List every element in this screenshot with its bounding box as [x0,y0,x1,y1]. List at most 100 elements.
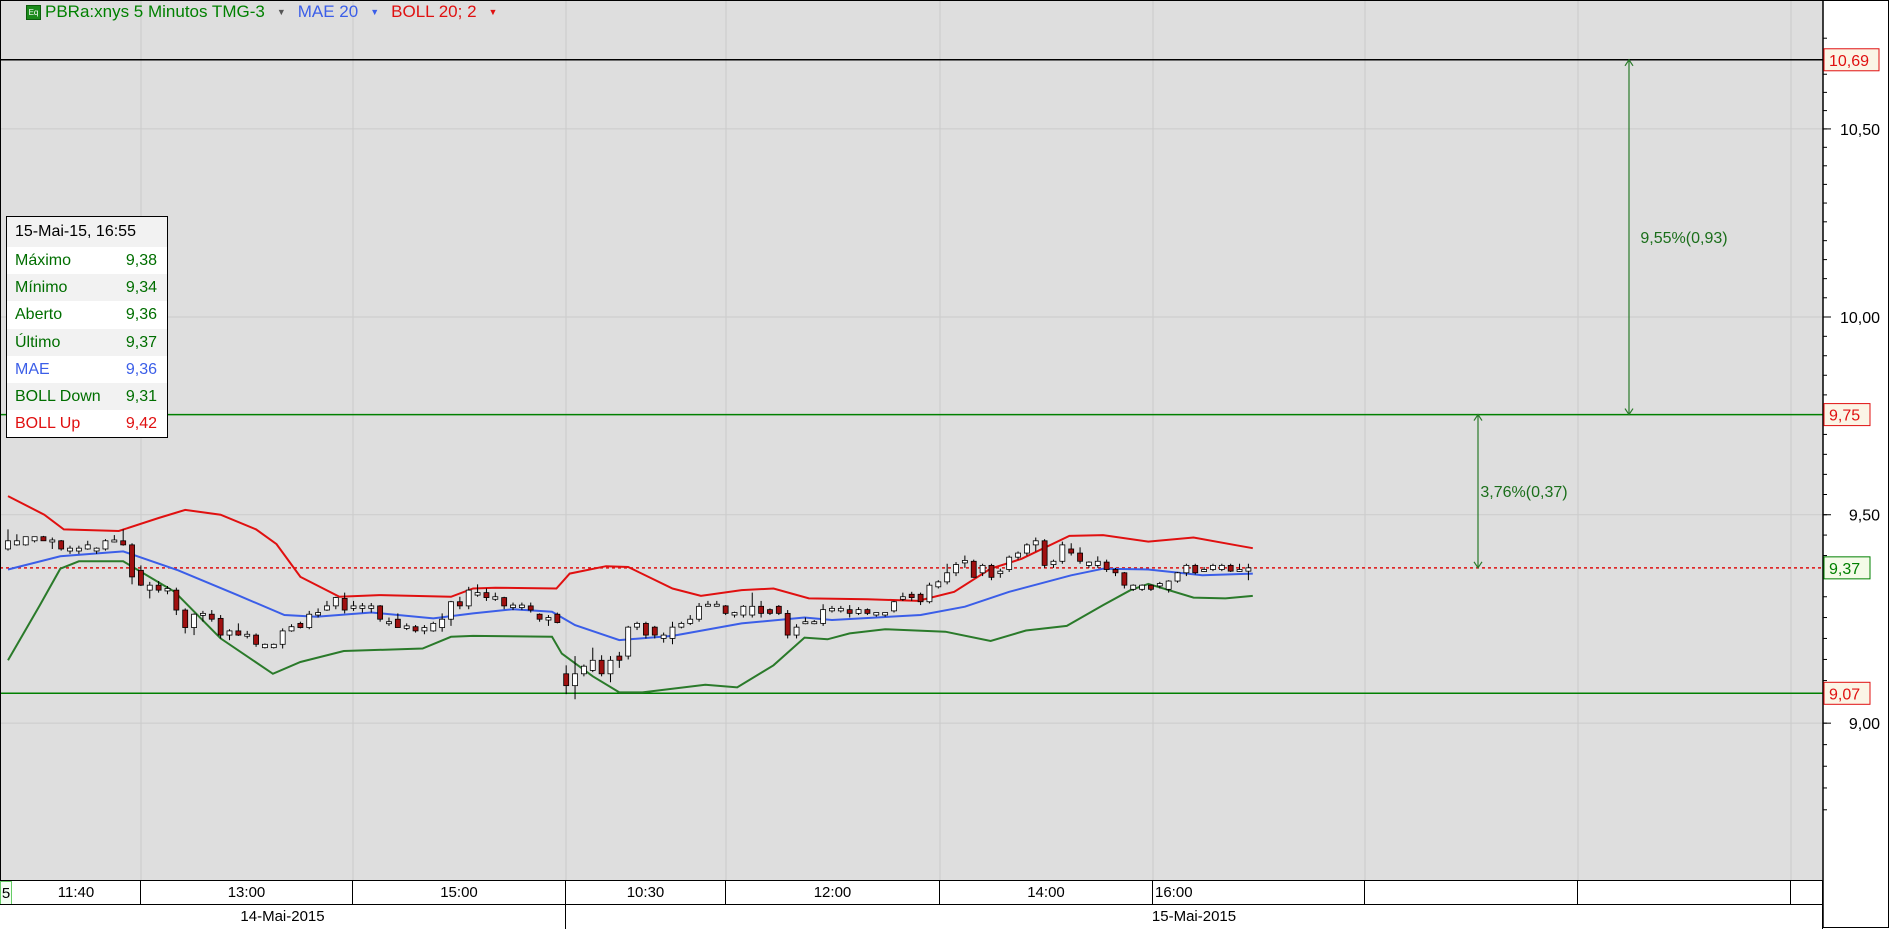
data-window-value: 9,36 [125,306,157,324]
candle [1006,555,1013,572]
candle-body [332,597,339,607]
candle-body [625,626,632,657]
time-axis[interactable]: 5 11:40 13:00 15:00 10:30 12:00 14:00 16… [0,880,1823,905]
candle-body [563,673,570,687]
chart-window: 9,55%(0,93) 3,76%(0,37) 10,50 10,00 9,50 9,0… [0,0,1889,929]
candle-body [740,605,747,616]
data-window-row: BOLL Up 9,42 [7,410,167,438]
symbol-label[interactable]: PBRa:xnys 5 Minutos TMG-3 [45,2,265,22]
candle [270,643,277,649]
time-label: 11:40 [12,881,141,905]
candle-body [40,536,47,542]
candle-body [1024,544,1030,554]
candle-body [350,605,357,609]
candle-body [173,589,180,611]
candle-body [953,564,959,574]
candle-body [208,613,215,620]
candle [722,605,729,616]
candle-body [536,613,543,620]
candle-body [793,626,800,636]
mae-dropdown-icon[interactable]: ▼ [370,7,379,17]
candle-body [102,540,109,550]
boll-indicator-label[interactable]: BOLL 20; 2 [391,2,476,22]
candle-body [1121,572,1128,586]
candle-body [226,630,233,636]
candle-body [164,588,171,592]
candle [625,625,632,660]
data-window: 15-Mai-15, 16:55 Máximo 9,38 Mínimo 9,34 Abe… [6,216,168,439]
data-window-row: Aberto 9,36 [7,301,167,329]
data-window-label: BOLL Down [15,387,101,405]
candle-body [572,673,578,687]
candle-body [518,604,525,608]
candle-body [1006,556,1013,570]
candle-body [58,540,65,550]
candle-body [403,625,410,629]
candle-body [784,612,791,636]
candle-body [775,605,782,614]
candle [430,621,437,632]
candle-body [120,540,127,546]
candle-body [386,621,392,625]
candle [784,610,791,639]
candle-body [696,605,702,620]
candle-body [5,540,11,550]
candle-body [767,609,773,614]
candle-body [988,564,995,578]
y-tick-label: 10,50 [1840,122,1880,139]
data-window-datetime: 15-Mai-15, 16:55 [7,217,167,247]
price-marker-label: 10,69 [1829,53,1869,70]
candle-body [829,607,835,612]
candle-body [908,593,915,598]
symbol-dropdown-icon[interactable]: ▼ [277,7,286,17]
candle-body [749,605,756,616]
mae-indicator-label[interactable]: MAE 20 [298,2,358,22]
candle-body [1139,584,1145,590]
candle-body [439,618,446,628]
data-window-row: BOLL Down 9,31 [7,382,167,411]
candle [926,582,933,604]
candle-body [811,621,818,625]
candle-body [510,604,516,608]
candle-body [394,618,401,628]
measurement-label: 3,76%(0,37) [1480,484,1567,501]
data-window-label: Máximo [15,252,72,269]
candle-body [1192,564,1199,574]
candle-body [545,617,552,621]
candle-body [970,560,977,578]
candle-body [31,536,38,542]
candle-body [891,601,897,612]
date-label: 15-Mai-2015 [566,905,1823,929]
date-label: 14-Mai-2015 [0,905,566,929]
candle [1174,571,1181,583]
y-tick-label: 9,50 [1849,508,1880,525]
time-label: 14:00 [940,881,1153,905]
candle-body [1218,564,1225,570]
candle [554,612,561,624]
candle-body [997,570,1004,575]
candle-body [93,547,100,552]
data-window-label: BOLL Up [15,415,81,433]
candle-body [297,622,304,628]
candle-body [288,626,295,632]
candle-body [1015,552,1021,558]
candle-body [377,605,384,620]
candle-body [1165,580,1172,590]
candle-body [279,630,286,645]
candle-body [669,626,676,639]
candle-body [616,655,623,661]
candle-body [412,626,419,632]
candle-body [501,597,508,607]
candle-body [235,630,242,636]
candle-body [961,560,968,564]
data-window-value: 9,36 [125,360,157,378]
candle-body [253,634,259,645]
candle-body [634,622,640,628]
candle-body [1050,560,1057,565]
boll-dropdown-icon[interactable]: ▼ [489,7,498,17]
candle-body [899,596,906,600]
candle-body [1148,584,1154,590]
candle-body [864,609,871,614]
price-chart[interactable]: 9,55%(0,93) 3,76%(0,37) 10,50 10,00 9,50 9,0… [0,0,1889,928]
candle-body [492,596,499,600]
